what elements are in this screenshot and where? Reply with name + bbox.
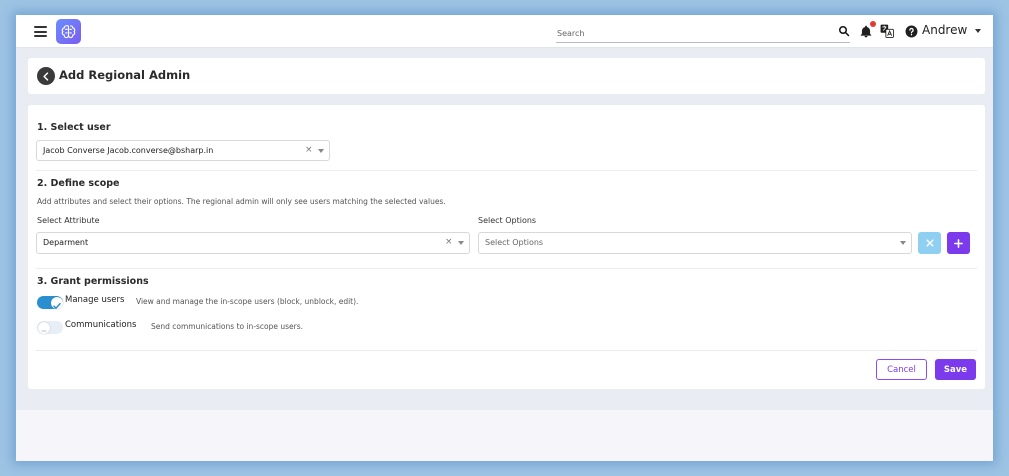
add-scope-button[interactable] [947, 232, 970, 254]
chevron-down-icon[interactable] [975, 29, 981, 33]
select-user-heading: 1. Select user [37, 122, 111, 133]
communications-label: Communications [65, 320, 137, 330]
define-scope-hint: Add attributes and select their options.… [37, 197, 446, 206]
search-bar [556, 21, 850, 44]
close-icon [925, 239, 934, 247]
select-options-label: Select Options [478, 216, 537, 225]
define-scope-heading: 2. Define scope [37, 178, 120, 189]
manage-users-toggle[interactable] [37, 296, 63, 309]
clear-icon[interactable]: × [445, 237, 453, 247]
remove-scope-button[interactable] [918, 232, 941, 254]
form-card: 1. Select user Jacob Converse Jacob.conv… [28, 105, 985, 389]
minus-icon [40, 329, 47, 332]
search-input[interactable] [556, 23, 816, 44]
user-menu-name[interactable]: Andrew [922, 23, 967, 37]
divider [36, 350, 977, 351]
toggle-knob [37, 321, 50, 334]
select-attribute-label: Select Attribute [37, 216, 100, 225]
translate-icon[interactable] [880, 24, 894, 38]
communications-description: Send communications to in-scope users. [151, 322, 304, 331]
grant-permissions-heading: 3. Grant permissions [37, 276, 149, 287]
footer-area [16, 410, 993, 461]
manage-users-description: View and manage the in-scope users (bloc… [136, 297, 359, 306]
manage-users-label: Manage users [65, 295, 125, 305]
options-select-placeholder: Select Options [485, 238, 544, 247]
back-button[interactable] [37, 67, 55, 85]
options-select[interactable]: Select Options [478, 232, 912, 254]
clear-icon[interactable]: × [305, 145, 313, 155]
save-button[interactable]: Save [935, 359, 976, 380]
chevron-down-icon[interactable] [318, 149, 324, 153]
app-window: Andrew Add Regional Admin 1. Select user… [16, 15, 993, 461]
page-header-card: Add Regional Admin [28, 58, 985, 94]
chevron-left-icon [43, 71, 49, 81]
user-select-value: Jacob Converse Jacob.converse@bsharp.in [43, 146, 214, 155]
plus-icon [954, 238, 963, 248]
page-title: Add Regional Admin [59, 68, 191, 82]
communications-toggle[interactable] [37, 321, 63, 334]
help-icon[interactable] [905, 25, 918, 38]
check-icon [52, 302, 61, 309]
notification-dot [870, 21, 876, 27]
brain-logo-icon[interactable] [56, 19, 81, 44]
search-icon[interactable] [838, 25, 850, 37]
divider [36, 268, 977, 269]
cancel-button[interactable]: Cancel [876, 359, 927, 380]
toggle-knob [50, 296, 63, 309]
top-bar: Andrew [16, 15, 993, 48]
chevron-down-icon[interactable] [900, 241, 906, 245]
attribute-select[interactable]: Deparment × [36, 232, 470, 254]
user-select[interactable]: Jacob Converse Jacob.converse@bsharp.in … [36, 140, 330, 161]
chevron-down-icon[interactable] [458, 241, 464, 245]
divider [36, 170, 977, 171]
menu-icon[interactable] [34, 26, 47, 37]
attribute-select-value: Deparment [43, 238, 89, 247]
